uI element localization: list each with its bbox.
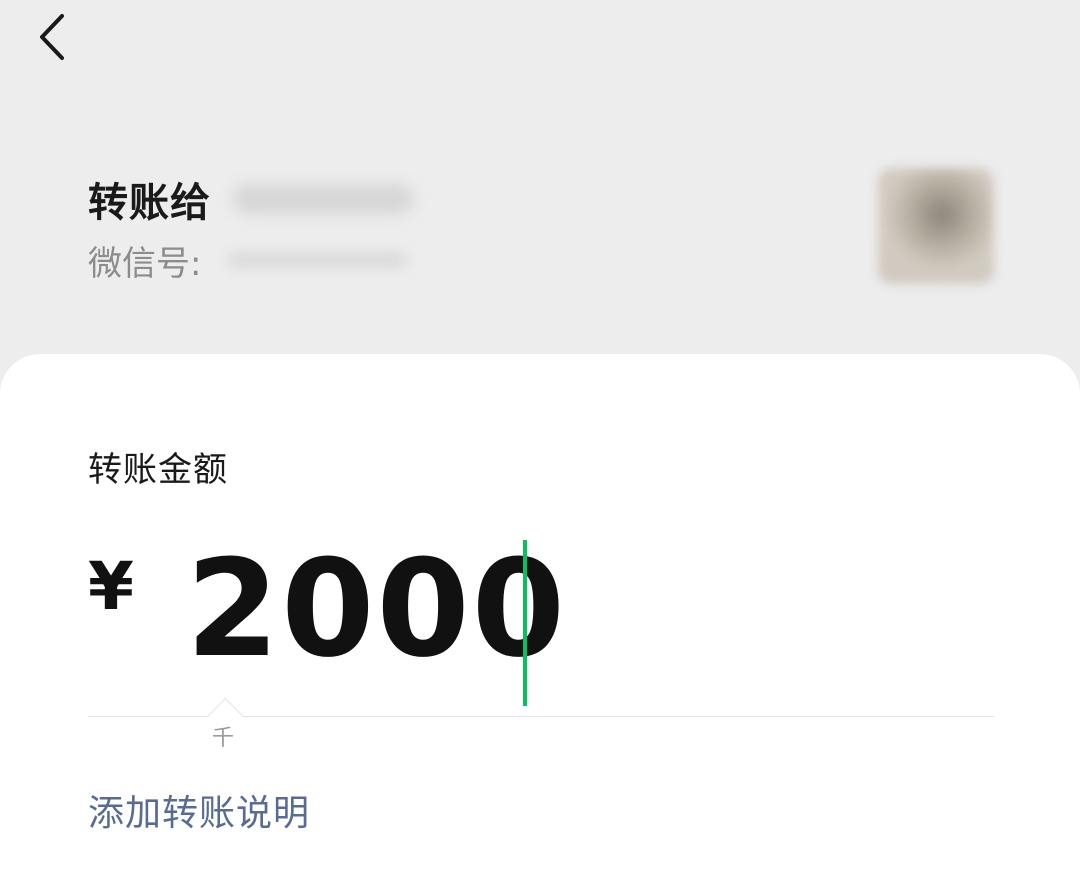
recipient-avatar (878, 168, 994, 284)
wechat-id-label: 微信号: (88, 243, 202, 284)
chevron-left-icon (40, 14, 64, 60)
amount-value: 2000 (186, 531, 567, 687)
amount-label: 转账金额 (88, 450, 228, 490)
transfer-card: 转账金额 ¥ 2000 千 添加转账说明 (0, 354, 1080, 894)
add-transfer-note-link[interactable]: 添加转账说明 (88, 784, 310, 836)
text-caret (523, 540, 527, 706)
currency-symbol: ¥ (88, 548, 134, 625)
recipient-title: 转账给 (88, 180, 211, 226)
recipient-info: 转账给 微信号: (88, 168, 413, 286)
unit-hint: 千 (212, 726, 235, 751)
recipient-name-blurred (233, 184, 413, 214)
back-button[interactable] (26, 6, 86, 66)
wechat-id-blurred (227, 251, 408, 269)
